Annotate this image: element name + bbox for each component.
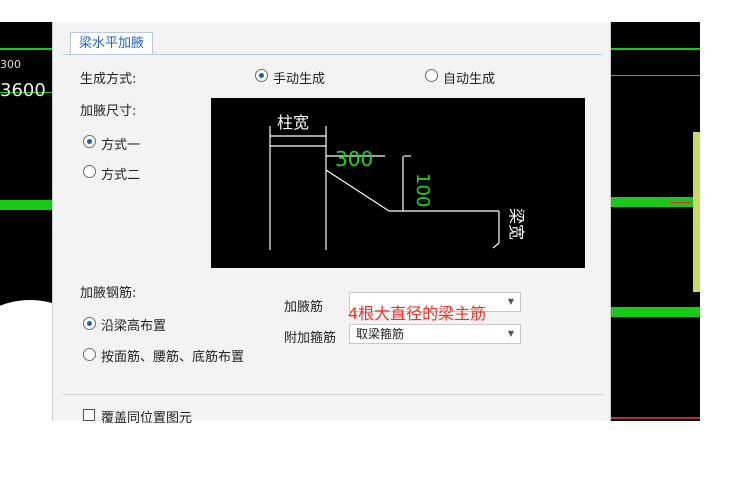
haunch-dialog: 梁水平加腋 生成方式: 手动生成 自动生成 加腋尺寸: 方式一 方式二 柱宽 3… xyxy=(52,22,611,426)
dropdown-arrow-icon: ▼ xyxy=(507,329,514,338)
radio-size-method1-label[interactable]: 方式一 xyxy=(101,134,140,153)
stirrup-label: 附加箍筋 xyxy=(284,331,337,346)
radio-size-method2-label[interactable]: 方式二 xyxy=(101,164,140,183)
overwrite-checkbox[interactable] xyxy=(83,409,95,421)
cad-text-small: 300 xyxy=(0,58,21,71)
diagram-length: 300 xyxy=(335,147,373,171)
radio-along-beam-height[interactable] xyxy=(83,317,96,330)
cad-text-large: 3600 xyxy=(0,80,46,101)
mode-label: 生成方式: xyxy=(80,72,137,87)
cad-canvas-right xyxy=(609,22,700,421)
radio-auto-label[interactable]: 自动生成 xyxy=(443,68,495,87)
annotation-text: 4根大直径的梁主筋 xyxy=(348,304,487,323)
radio-auto[interactable] xyxy=(425,69,438,82)
rebar-label: 加腋钢筋: xyxy=(80,286,137,301)
tab-beam-horizontal-haunch[interactable]: 梁水平加腋 xyxy=(70,32,154,55)
stirrup-select[interactable]: 取梁箍筋 ▼ xyxy=(349,324,521,344)
diagram-beam-width: 梁宽 xyxy=(507,208,526,240)
haunch-diagram: 柱宽 300 100 梁宽 xyxy=(211,98,585,268)
size-label: 加腋尺寸: xyxy=(80,104,137,119)
dropdown-arrow-icon: ▼ xyxy=(507,297,514,306)
overwrite-label[interactable]: 覆盖同位置图元 xyxy=(101,407,192,426)
radio-by-face-waist-bottom-label[interactable]: 按面筋、腰筋、底筋布置 xyxy=(101,346,244,365)
radio-manual-label[interactable]: 手动生成 xyxy=(273,68,325,87)
haunch-bar-label: 加腋筋 xyxy=(284,300,324,315)
radio-manual[interactable] xyxy=(255,69,268,82)
diagram-column-width: 柱宽 xyxy=(277,113,309,132)
radio-along-beam-height-label[interactable]: 沿梁高布置 xyxy=(101,315,166,334)
diagram-depth: 100 xyxy=(412,173,433,207)
radio-by-face-waist-bottom[interactable] xyxy=(83,348,96,361)
radio-size-method1[interactable] xyxy=(83,135,96,148)
radio-size-method2[interactable] xyxy=(83,165,96,178)
